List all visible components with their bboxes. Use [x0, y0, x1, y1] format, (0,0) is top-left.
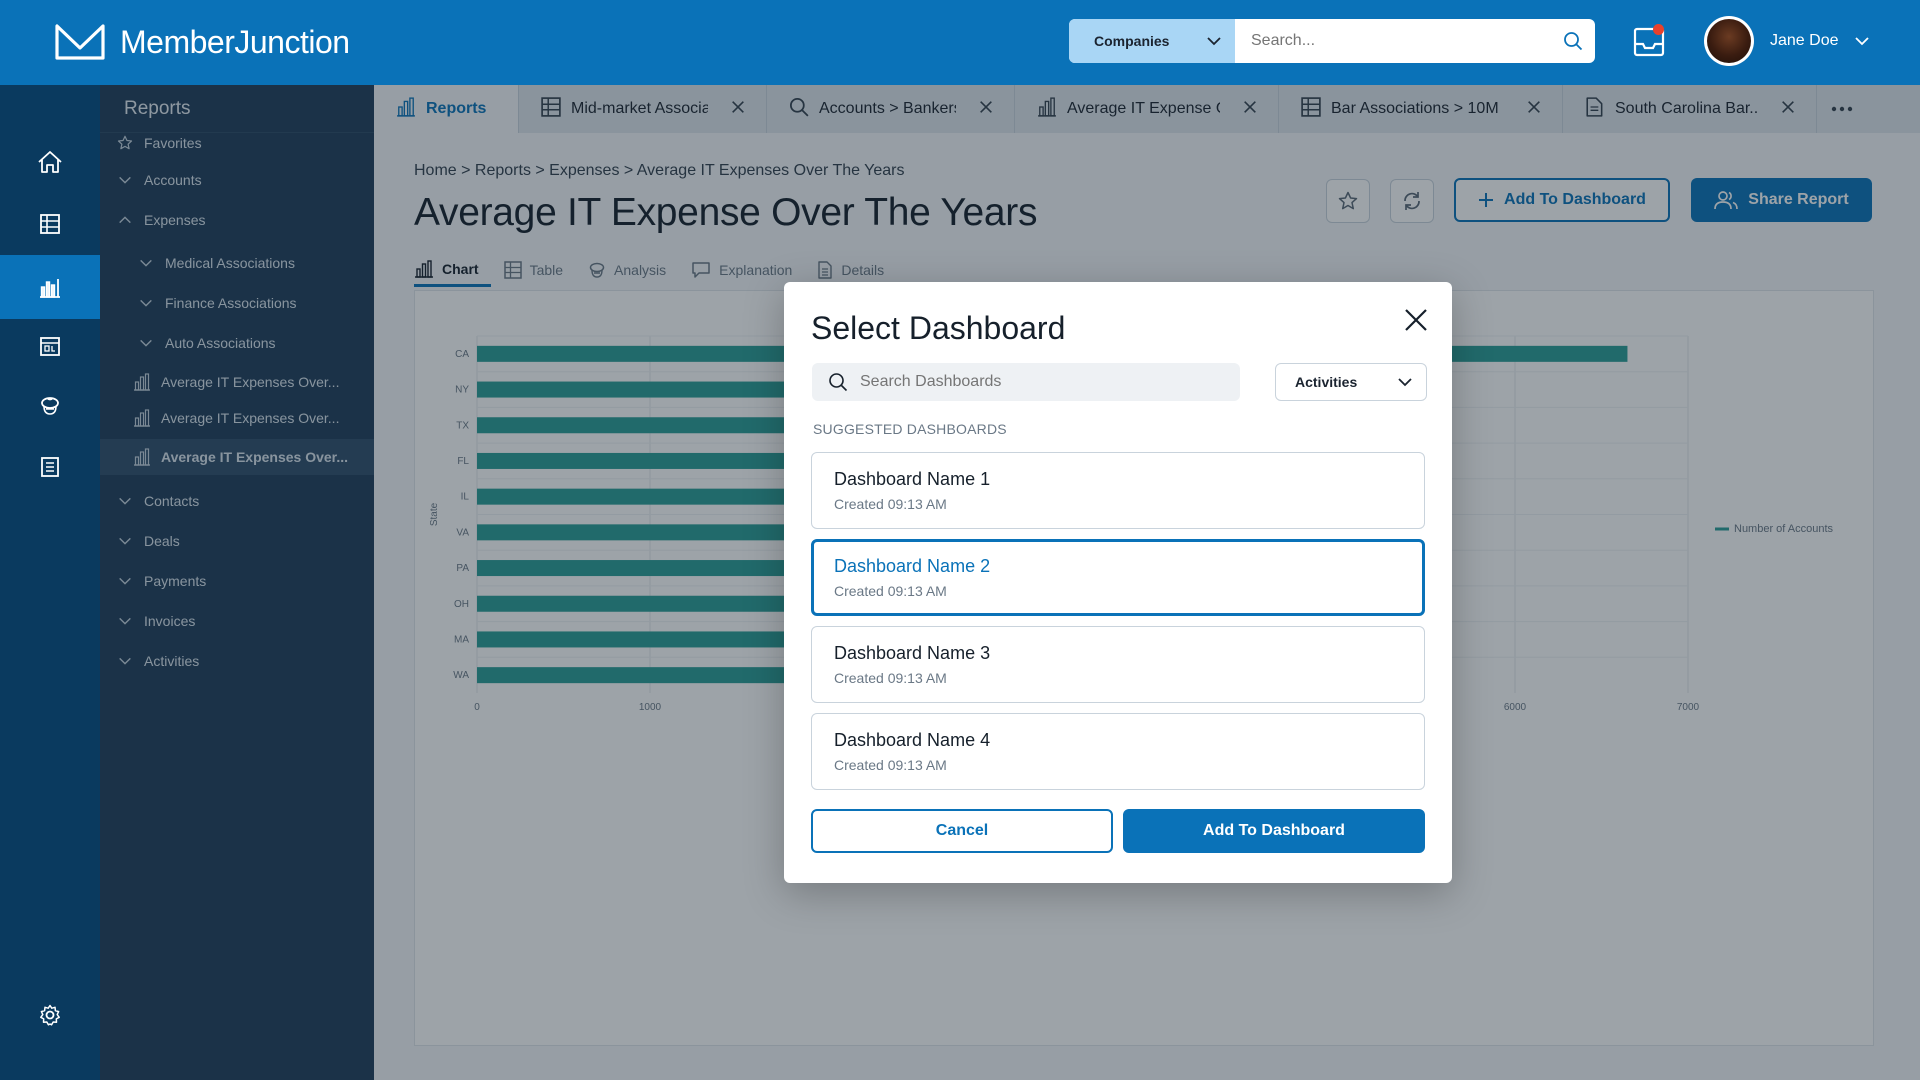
dashboard-search-input[interactable]: [860, 373, 1200, 391]
brain-icon: [41, 397, 59, 415]
nav-analysis[interactable]: [0, 374, 100, 438]
dashboard-name: Dashboard Name 1: [834, 469, 991, 489]
search-button[interactable]: [1551, 19, 1595, 63]
close-button[interactable]: [1400, 304, 1432, 336]
dashboard-created: Created 09:13 AM: [834, 670, 947, 686]
gear-icon: [40, 1004, 60, 1026]
add-to-dashboard-confirm-button[interactable]: Add To Dashboard: [1123, 809, 1425, 853]
dashboard-name: Dashboard Name 4: [834, 730, 991, 750]
top-header: MemberJunction Companies Jane Doe: [0, 0, 1920, 85]
logo-icon: [55, 24, 105, 60]
nav-calendar[interactable]: [0, 314, 100, 378]
nav-tables[interactable]: [0, 192, 100, 256]
calendar-icon: [40, 337, 60, 356]
modal-title: Select Dashboard: [811, 310, 1066, 346]
chevron-down-icon: [1854, 36, 1869, 45]
dashboard-option[interactable]: Dashboard Name 4 Created 09:13 AM: [811, 713, 1425, 790]
nav-home[interactable]: [0, 130, 100, 194]
dashboard-created: Created 09:13 AM: [834, 583, 947, 599]
select-dashboard-modal: Select Dashboard Activities SUGGESTED DA…: [784, 282, 1452, 883]
search-category-select[interactable]: Companies: [1069, 19, 1235, 63]
dashboard-created: Created 09:13 AM: [834, 496, 947, 512]
search-input[interactable]: [1235, 19, 1551, 63]
user-menu[interactable]: Jane Doe: [1704, 16, 1869, 66]
table-icon: [40, 214, 60, 234]
chevron-down-icon: [1207, 36, 1221, 45]
app-name: MemberJunction: [120, 23, 350, 60]
nav-reports[interactable]: [0, 255, 100, 319]
bar-chart-icon: [40, 279, 60, 298]
search-icon: [829, 373, 848, 392]
section-label: SUGGESTED DASHBOARDS: [813, 421, 1007, 437]
nav-documents[interactable]: [0, 435, 100, 499]
dashboard-option[interactable]: Dashboard Name 3 Created 09:13 AM: [811, 626, 1425, 703]
notification-dot: [1653, 24, 1664, 35]
nav-settings[interactable]: [0, 983, 100, 1047]
dashboard-name: Dashboard Name 2: [834, 556, 991, 576]
document-icon: [41, 457, 59, 477]
cancel-button[interactable]: Cancel: [811, 809, 1113, 853]
search-icon: [1564, 32, 1583, 51]
chevron-down-icon: [1398, 377, 1412, 386]
dashboard-name: Dashboard Name 3: [834, 643, 991, 663]
search-category-value: Companies: [1094, 33, 1170, 49]
notifications-button[interactable]: [1632, 22, 1666, 58]
dashboard-search: [812, 363, 1240, 401]
close-icon: [1405, 309, 1427, 331]
dashboard-created: Created 09:13 AM: [834, 757, 947, 773]
global-search: Companies: [1069, 19, 1595, 63]
home-icon: [38, 151, 62, 173]
icon-rail: [0, 85, 100, 1080]
app-logo[interactable]: MemberJunction: [54, 22, 350, 62]
avatar: [1704, 16, 1754, 66]
dashboard-filter-value: Activities: [1295, 374, 1358, 390]
dashboard-option[interactable]: Dashboard Name 1 Created 09:13 AM: [811, 452, 1425, 529]
dashboard-filter-select[interactable]: Activities: [1275, 363, 1427, 401]
user-name: Jane Doe: [1770, 32, 1839, 49]
dashboard-option-selected[interactable]: Dashboard Name 2 Created 09:13 AM: [811, 539, 1425, 616]
